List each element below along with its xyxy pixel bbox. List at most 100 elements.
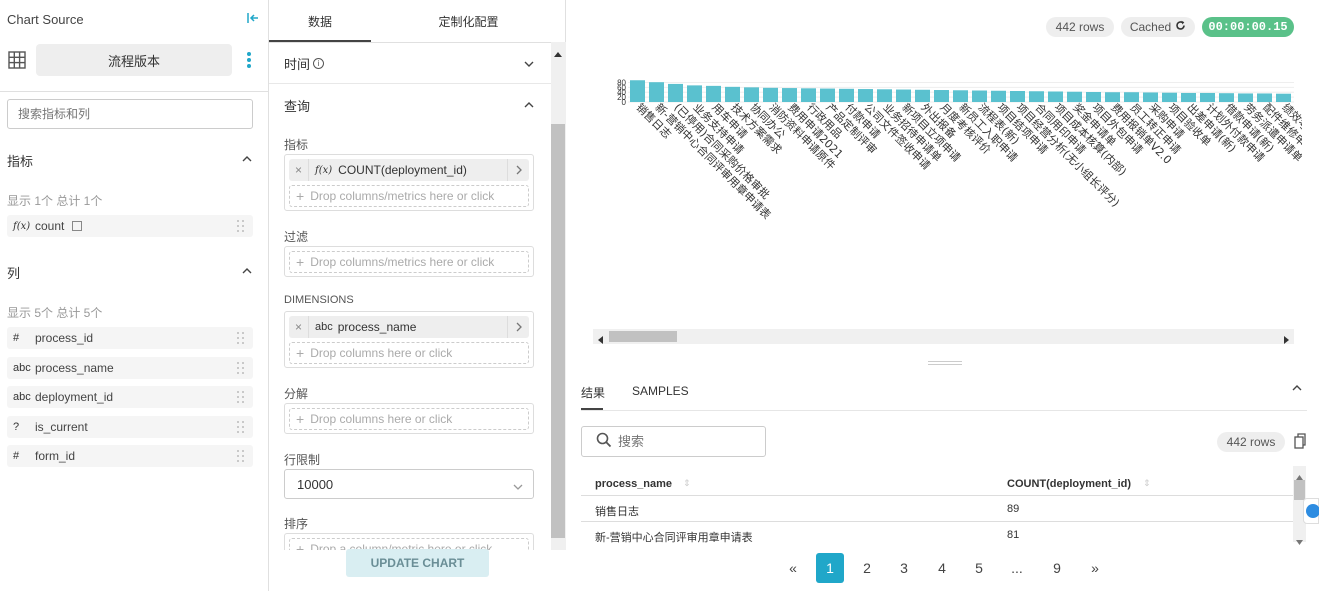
column-type-icon: # — [13, 332, 20, 344]
search-icon — [596, 432, 612, 451]
drop-columns-zone[interactable]: + Drop columns here or click — [289, 342, 529, 364]
pagination-page[interactable]: 2 — [853, 553, 881, 583]
bar[interactable] — [706, 85, 721, 102]
dimension-pill[interactable]: × abc process_name — [289, 316, 529, 338]
column-item[interactable]: # process_id — [7, 327, 253, 349]
columns-section-header[interactable]: 列 — [7, 263, 20, 282]
chevron-down-icon[interactable] — [524, 58, 534, 68]
drag-handle-icon[interactable] — [237, 220, 245, 232]
scroll-up-icon[interactable] — [554, 46, 562, 60]
column-header[interactable]: COUNT(deployment_id) — [1007, 478, 1131, 490]
scrollbar-thumb[interactable] — [1294, 480, 1305, 500]
remove-icon[interactable]: × — [289, 316, 309, 338]
table-cell: 新-营销中心合同评审用章申请表 — [595, 532, 753, 544]
metrics-label: 指标 — [284, 138, 309, 152]
column-item[interactable]: # form_id — [7, 445, 253, 467]
column-type-icon: abc — [13, 391, 31, 403]
results-search[interactable] — [581, 426, 766, 457]
tab-data[interactable]: 数据 — [269, 0, 371, 42]
bar[interactable] — [668, 83, 683, 102]
pagination-page[interactable]: 3 — [890, 553, 918, 583]
bar[interactable] — [649, 82, 664, 102]
sort-icon[interactable]: ⇕ — [1143, 478, 1151, 489]
table-cell: 销售日志 — [595, 506, 639, 518]
dimensions-label: DIMENSIONS — [284, 294, 354, 306]
query-config-panel: 数据 定制化配置 时间 i 查询 指标 × f(x) COUNT(deploym… — [269, 0, 566, 591]
drop-metrics-zone[interactable]: + Drop columns/metrics here or click — [289, 185, 529, 207]
metric-item[interactable]: f(x) count — [7, 215, 253, 237]
chevron-up-icon[interactable] — [1292, 382, 1302, 392]
scrollbar-thumb[interactable] — [609, 331, 677, 342]
results-search-input[interactable] — [618, 434, 758, 449]
pagination-page[interactable]: 5 — [965, 553, 993, 583]
divider — [269, 83, 551, 84]
query-section-header[interactable]: 查询 — [284, 96, 310, 115]
bar[interactable] — [687, 85, 702, 102]
drag-handle-icon[interactable] — [237, 450, 245, 462]
copy-icon[interactable] — [1294, 433, 1306, 452]
pagination-page-active[interactable]: 1 — [816, 553, 844, 583]
metric-pill-label: COUNT(deployment_id) — [338, 163, 467, 177]
row-limit-label: 行限制 — [284, 453, 321, 467]
scroll-right-icon[interactable] — [1284, 333, 1290, 347]
chevron-right-icon[interactable] — [507, 316, 529, 338]
pagination-prev[interactable]: « — [779, 553, 807, 583]
column-item[interactable]: ? is_current — [7, 416, 253, 438]
pagination-next[interactable]: » — [1081, 553, 1109, 583]
chevron-right-icon[interactable] — [507, 159, 529, 181]
column-header[interactable]: process_name — [595, 478, 672, 490]
query-timer: 00:00:00.15 — [1202, 17, 1294, 37]
cached-badge[interactable]: Cached — [1121, 17, 1195, 37]
chevron-up-icon[interactable] — [242, 153, 252, 163]
column-name: process_id — [35, 331, 94, 345]
scrollbar-thumb[interactable] — [551, 124, 565, 538]
sort-icon[interactable]: ⇕ — [683, 478, 691, 489]
table-row: 销售日志 89 — [581, 497, 1293, 522]
pagination-page[interactable]: 4 — [928, 553, 956, 583]
column-item[interactable]: abc process_name — [7, 357, 253, 379]
drag-handle-icon[interactable] — [237, 332, 245, 344]
tab-results[interactable]: 结果 — [581, 384, 605, 401]
drag-handle-icon[interactable] — [237, 391, 245, 403]
sort-label: 排序 — [284, 517, 309, 531]
scroll-left-icon[interactable] — [597, 333, 603, 347]
dataset-more-icon[interactable] — [246, 51, 252, 69]
tab-customize[interactable]: 定制化配置 — [371, 0, 566, 42]
remove-icon[interactable]: × — [289, 159, 309, 181]
pagination-page[interactable]: 9 — [1043, 553, 1071, 583]
remote-support-icon[interactable] — [1303, 498, 1319, 524]
metric-pill[interactable]: × f(x) COUNT(deployment_id) — [289, 159, 529, 181]
scroll-down-icon[interactable] — [1296, 534, 1303, 548]
breakdown-label: 分解 — [284, 387, 309, 401]
time-section-header[interactable]: 时间 i — [284, 54, 325, 73]
vertical-scrollbar[interactable] — [551, 42, 566, 550]
plus-icon: + — [296, 411, 305, 427]
bar[interactable] — [630, 80, 645, 102]
chevron-up-icon[interactable] — [242, 265, 252, 275]
column-name: is_current — [35, 420, 88, 434]
row-limit-value: 10000 — [297, 476, 334, 492]
table-cell: 81 — [1007, 529, 1020, 541]
drop-breakdown-zone[interactable]: + Drop columns here or click — [289, 408, 529, 430]
tab-samples[interactable]: SAMPLES — [632, 384, 689, 398]
dataset-name[interactable]: 流程版本 — [36, 44, 232, 76]
row-limit-select[interactable]: 10000 — [284, 469, 534, 499]
search-metrics-input[interactable] — [7, 99, 253, 129]
rows-badge: 442 rows — [1046, 17, 1114, 37]
column-item[interactable]: abc deployment_id — [7, 386, 253, 408]
bar-chart: 806040200 销售日志新-营销中心合同评审用章申请表(已停用)合同采购价格审… — [617, 78, 1302, 221]
dimension-pill-label: process_name — [337, 320, 417, 334]
metrics-section-header[interactable]: 指标 — [7, 151, 33, 170]
drop-filter-zone[interactable]: + Drop columns/metrics here or click — [289, 251, 529, 273]
plus-icon: + — [296, 345, 305, 361]
drag-handle-icon[interactable] — [237, 362, 245, 374]
update-chart-button[interactable]: UPDATE CHART — [346, 549, 489, 577]
resize-handle[interactable] — [928, 361, 962, 365]
drag-handle-icon[interactable] — [237, 421, 245, 433]
drop-hint: Drop columns here or click — [310, 412, 453, 426]
horizontal-scrollbar[interactable] — [593, 329, 1294, 344]
chevron-up-icon[interactable] — [524, 99, 534, 109]
function-icon: f(x) — [13, 220, 31, 232]
collapse-panel-icon[interactable] — [246, 11, 260, 25]
drop-hint: Drop columns/metrics here or click — [310, 255, 495, 269]
